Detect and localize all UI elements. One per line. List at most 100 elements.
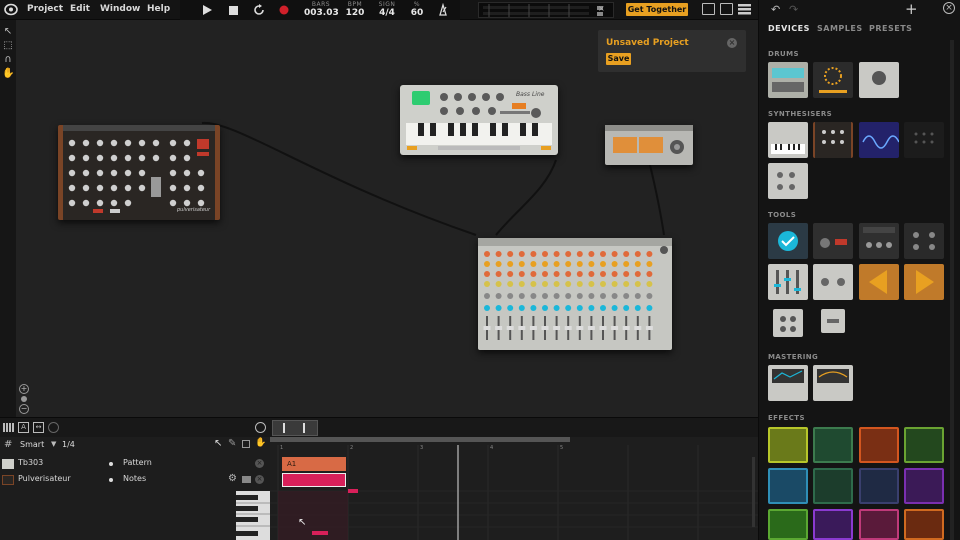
effect-thumb-7[interactable]: [859, 468, 899, 504]
tool-thumb-9[interactable]: [773, 309, 803, 337]
get-together-button[interactable]: Get Together: [626, 3, 688, 16]
effect-thumb-1[interactable]: [768, 427, 808, 463]
loop-icon[interactable]: [252, 3, 266, 17]
record-icon[interactable]: [277, 3, 291, 17]
power-icon[interactable]: [255, 422, 266, 433]
tab-devices[interactable]: DEVICES: [768, 24, 810, 33]
mixer-device[interactable]: [478, 238, 672, 350]
tool-thumb-4[interactable]: [904, 223, 944, 259]
tool-thumb-3[interactable]: [859, 223, 899, 259]
effect-thumb-3[interactable]: [859, 427, 899, 463]
metronome-icon[interactable]: [436, 2, 450, 17]
effect-thumb-6[interactable]: [813, 468, 853, 504]
tool-thumb-5[interactable]: [768, 264, 808, 300]
track-remove-icon[interactable]: ×: [255, 475, 264, 484]
tool-thumb-6[interactable]: [813, 264, 853, 300]
meter-close-icon[interactable]: ×: [598, 5, 606, 13]
hand-tool-icon[interactable]: ✋: [255, 438, 266, 448]
piano-keys[interactable]: [236, 491, 270, 540]
follow-icon[interactable]: [48, 422, 59, 433]
sign-display: SIGN 4/4: [375, 1, 399, 18]
synth-thumb-5[interactable]: [768, 163, 808, 199]
timeline[interactable]: 1 2 3 4 5 A1 ↖: [270, 437, 758, 540]
mastering-thumb-1[interactable]: [768, 365, 808, 401]
clip-pattern-a1[interactable]: A1: [282, 457, 346, 471]
bars-display: BARS 003.03: [304, 1, 339, 18]
right-panel-scrollbar[interactable]: [950, 40, 954, 540]
menu-edit[interactable]: Edit: [70, 4, 90, 14]
effect-thumb-4[interactable]: [904, 427, 944, 463]
tool-thumb-10[interactable]: [821, 309, 845, 333]
ruler-mark: 5: [560, 445, 564, 451]
track-row-pulverisateur[interactable]: Pulverisateur Notes ⚙ ×: [0, 472, 270, 488]
add-icon[interactable]: +: [905, 0, 918, 18]
zoom-out-icon[interactable]: −: [19, 404, 29, 414]
synth-thumb-4[interactable]: [904, 122, 944, 158]
close-panel-icon[interactable]: ×: [943, 2, 955, 14]
duplicate-icon[interactable]: [242, 440, 250, 448]
loop-region-icon[interactable]: ↔: [33, 422, 44, 433]
hand-icon[interactable]: ✋: [2, 68, 14, 80]
zoom-in-icon[interactable]: +: [19, 384, 29, 394]
device-canvas[interactable]: pulverisateur Bass Line Unsaved Project …: [16, 20, 758, 417]
drum-device-thumb-2[interactable]: [813, 62, 853, 98]
ruler-mark: 1: [280, 445, 284, 451]
layout-view-icon[interactable]: [702, 3, 715, 15]
effect-thumb-8[interactable]: [904, 468, 944, 504]
track-row-tb303[interactable]: Tb303 Pattern ×: [0, 456, 270, 472]
piano-roll-icon[interactable]: [3, 423, 14, 432]
synth-thumb-2[interactable]: [813, 122, 853, 158]
tool-thumb-1[interactable]: [768, 223, 808, 259]
undo-icon[interactable]: ↶: [771, 3, 780, 16]
sign-value[interactable]: 4/4: [375, 8, 399, 18]
bpm-value[interactable]: 120: [344, 8, 366, 18]
clip-notes-pulverisateur[interactable]: [282, 473, 346, 487]
bassline-device[interactable]: Bass Line: [400, 85, 558, 155]
effect-thumb-10[interactable]: [813, 509, 853, 540]
headphones-icon[interactable]: ∩: [2, 54, 14, 66]
tab-presets[interactable]: PRESETS: [869, 24, 912, 33]
chevron-down-icon[interactable]: ▼: [51, 440, 56, 448]
split-view-icon[interactable]: [720, 3, 733, 15]
effect-thumb-5[interactable]: [768, 468, 808, 504]
synth-thumb-3[interactable]: [859, 122, 899, 158]
redo-icon[interactable]: ↷: [789, 3, 798, 16]
mastering-thumb-2[interactable]: [813, 365, 853, 401]
stop-icon[interactable]: [226, 3, 240, 17]
grid-icon[interactable]: #: [4, 439, 12, 450]
drum-device-thumb-1[interactable]: [768, 62, 808, 98]
automation-icon[interactable]: A: [18, 422, 29, 433]
mode-selector[interactable]: Smart: [20, 440, 44, 449]
popup-close-icon[interactable]: ×: [727, 38, 737, 48]
save-button[interactable]: Save: [606, 53, 631, 65]
menu-window[interactable]: Window: [100, 4, 140, 14]
quantize-value[interactable]: 1/4: [62, 440, 75, 449]
loop-brace-marker[interactable]: [272, 420, 318, 436]
effect-thumb-11[interactable]: [859, 509, 899, 540]
tool-thumb-7[interactable]: [859, 264, 899, 300]
tape-device[interactable]: [605, 125, 693, 165]
tab-samples[interactable]: SAMPLES: [817, 24, 863, 33]
tool-thumb-2[interactable]: [813, 223, 853, 259]
drum-device-thumb-3[interactable]: [859, 62, 899, 98]
pointer-tool-icon[interactable]: ↖: [214, 438, 222, 449]
effect-thumb-2[interactable]: [813, 427, 853, 463]
effect-thumb-12[interactable]: [904, 509, 944, 540]
cursor-icon[interactable]: ↖: [2, 26, 14, 38]
menu-project[interactable]: Project: [27, 4, 63, 14]
track-remove-icon[interactable]: ×: [255, 459, 264, 468]
settings-gear-icon[interactable]: ⚙: [228, 473, 237, 484]
select-box-icon[interactable]: ⬚: [2, 40, 14, 52]
bars-value[interactable]: 003.03: [304, 8, 339, 18]
play-icon[interactable]: [200, 3, 214, 17]
effect-thumb-9[interactable]: [768, 509, 808, 540]
pencil-icon[interactable]: ✎: [228, 438, 236, 449]
app-logo-icon[interactable]: [4, 3, 18, 16]
menu-lines-icon[interactable]: [738, 4, 751, 15]
folder-icon[interactable]: [242, 476, 251, 483]
volume-value[interactable]: 60: [408, 8, 426, 18]
pulverisateur-device[interactable]: pulverisateur: [58, 125, 220, 220]
tool-thumb-8[interactable]: [904, 264, 944, 300]
synth-thumb-1[interactable]: [768, 122, 808, 158]
menu-help[interactable]: Help: [147, 4, 170, 14]
